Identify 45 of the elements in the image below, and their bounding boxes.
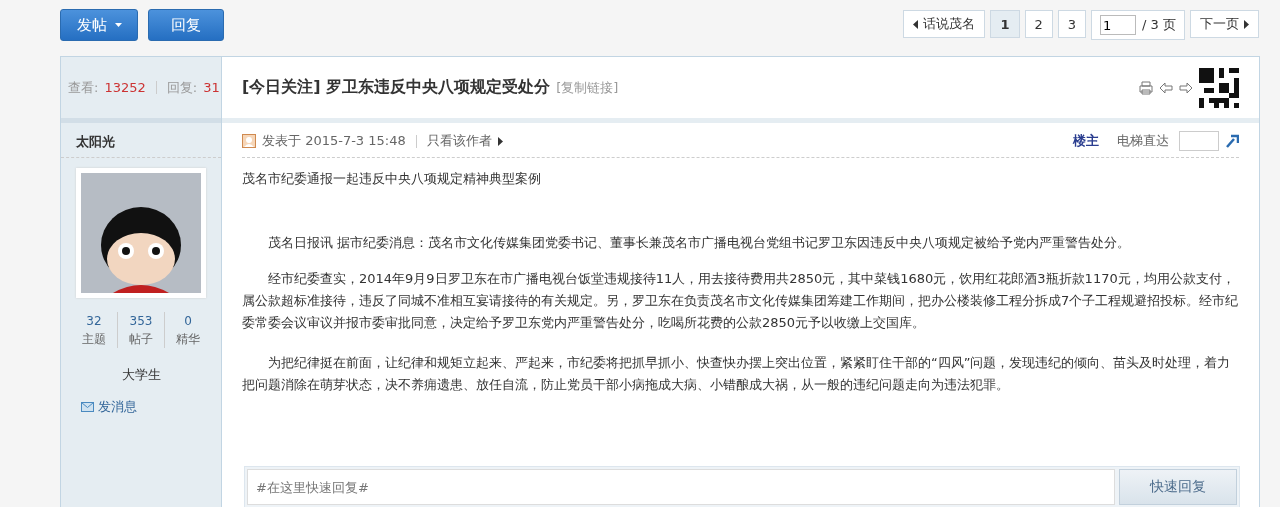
right-arrow-icon — [497, 136, 503, 146]
send-message-link[interactable]: 发消息 — [81, 398, 221, 416]
thread-title: [今日关注] 罗卫东违反中央八项规定受处分 [复制链接] — [242, 77, 619, 98]
qr-code-icon[interactable] — [1199, 67, 1239, 108]
floor-input[interactable] — [1179, 131, 1219, 151]
right-arrow-icon — [1244, 19, 1249, 29]
page-button[interactable]: 1 — [990, 10, 1020, 38]
floor-label: 楼主 — [1073, 132, 1099, 150]
only-author-link[interactable]: 只看该作者 — [426, 132, 492, 150]
left-arrow-icon — [913, 19, 919, 29]
right-arrow-icon[interactable] — [1179, 81, 1193, 94]
stat-value[interactable]: 32 — [71, 312, 117, 330]
views-count: 13252 — [104, 80, 146, 95]
replies-count: 31 — [203, 80, 220, 95]
caret-icon — [114, 23, 122, 27]
reply-button[interactable]: 回复 — [148, 9, 224, 41]
envelope-icon — [81, 402, 94, 412]
views-label: 查看: — [68, 78, 99, 97]
user-rank: 大学生 — [120, 366, 162, 384]
stat-label: 精华 — [175, 331, 201, 348]
post-time: 发表于 2015-7-3 15:48 — [262, 132, 406, 150]
print-icon[interactable] — [1139, 80, 1153, 95]
page-button[interactable]: 3 — [1057, 10, 1087, 38]
quick-reply-field[interactable]: #在这里快速回复# — [247, 469, 1115, 505]
author-name[interactable]: 太阳光 — [61, 123, 221, 158]
post-paragraph: 茂名市纪委通报一起违反中央八项规定精神典型案例 — [242, 170, 542, 188]
quick-reply-button[interactable]: 快速回复 — [1119, 469, 1237, 505]
post-paragraph: 茂名日报讯 据市纪委消息：茂名市文化传媒集团党委书记、董事长兼茂名市广播电视台党组书记罗卫东因违反中央八项规定被给予党内严重警告处分。 — [267, 234, 1132, 252]
replies-label: 回复: — [166, 78, 198, 97]
previous-forum-button[interactable]: 话说茂名 — [903, 10, 986, 38]
page-button[interactable]: 2 — [1024, 10, 1053, 38]
stat-label: 主题 — [81, 331, 107, 348]
page-total: / 3 页 — [1142, 16, 1176, 34]
next-page-button[interactable]: 下一页 — [1190, 10, 1259, 38]
jump-label: 电梯直达 — [1117, 132, 1169, 150]
jump-icon[interactable] — [1225, 134, 1239, 148]
post-paragraph: 为把纪律挺在前面，让纪律和规矩立起来、严起来，市纪委将把抓早抓小、快查快办摆上突出位置，紧紧盯住干部的“四风”问题，发现违纪的倾向、苗头及时处理，着力把问题消除在萌芽状态，决不养痈遗患、放任自流，防止党员干部小病拖成大病、小错酿成大祸，从一般的违纪问题走向为违法犯罪。 — [242, 354, 1232, 394]
page-input[interactable]: 1 — [1100, 15, 1137, 35]
user-icon — [242, 134, 256, 148]
left-arrow-icon[interactable] — [1159, 81, 1173, 94]
stat-value[interactable]: 0 — [165, 312, 211, 330]
post-paragraph: 经市纪委查实，2014年9月9日罗卫东在市广播电视台饭堂违规接待11人，用去接待费用共2850元，其中菜钱1680元，饮用红花郎酒3瓶折款1170元，均用公款支付，属公款超标准接待，违反了同城不准相互宴请接待的有关规定。另，罗卫东在负责茂名市文化传媒集团筹建工作期间，把办公楼装修工程分拆成7个子工程规避招投标。经市纪委常委会议审议并报市委审批同意，决定给予罗卫东党内严重警告处分，吃喝所花费的公款2850元予以收缴上交国库。 — [242, 270, 1239, 332]
stat-value[interactable]: 353 — [118, 312, 164, 330]
post-button[interactable]: 发帖 — [60, 9, 138, 41]
stat-label: 帖子 — [128, 331, 154, 348]
